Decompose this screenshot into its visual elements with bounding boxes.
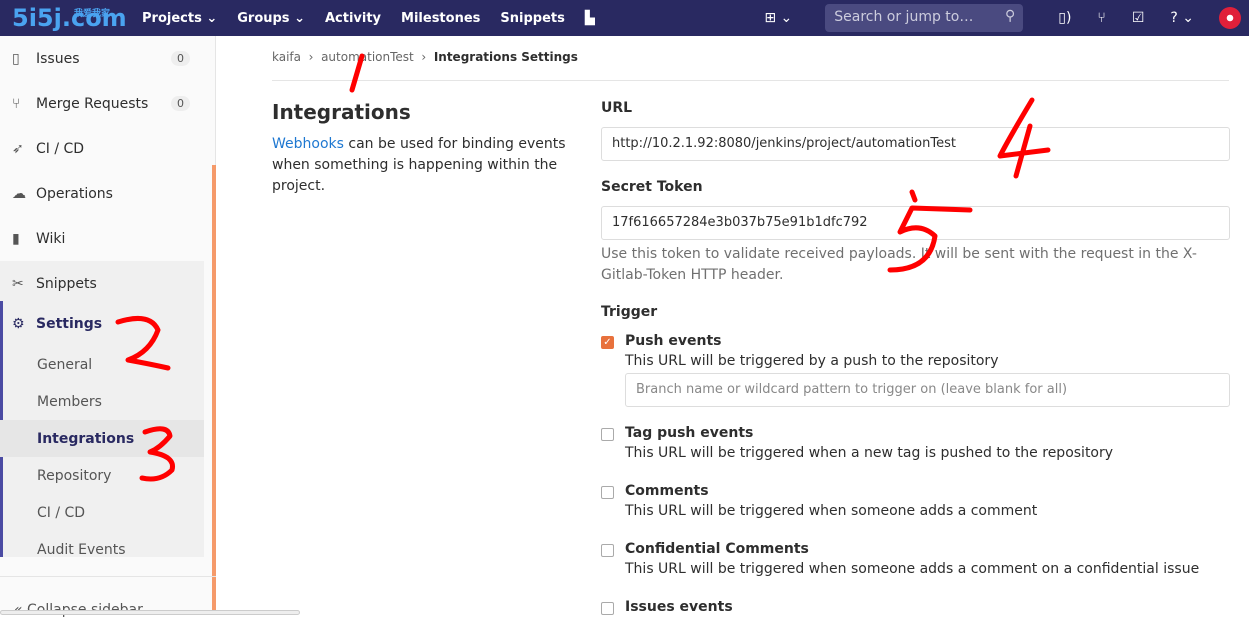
trigger-title: Issues events <box>625 599 733 615</box>
sidebar-item-ci-cd[interactable]: ➶ CI / CD <box>0 126 215 171</box>
sidebar-item-label: Issues <box>36 50 80 67</box>
sidebar-item-snippets[interactable]: ✂ Snippets <box>0 261 204 306</box>
trigger-description: This URL will be triggered when a new ta… <box>625 445 1114 461</box>
sidebar-item-issues[interactable]: ▯ Issues 0 <box>0 36 215 81</box>
sidebar-scrollbar[interactable] <box>212 165 216 611</box>
token-help-text: Use this token to validate received payl… <box>601 246 1197 283</box>
trigger-title: Push events <box>625 333 722 349</box>
sidebar-item-label: Wiki <box>36 230 66 247</box>
nav-activity[interactable]: Activity <box>325 11 381 26</box>
breadcrumb-group[interactable]: kaifa <box>272 50 301 64</box>
sidebar-item-label: Operations <box>36 185 113 202</box>
sidebar-subitem-audit-events[interactable]: Audit Events <box>3 531 204 568</box>
page-title: Integrations <box>272 100 411 124</box>
comments-checkbox[interactable] <box>601 486 614 499</box>
horizontal-scrollbar[interactable] <box>0 610 300 615</box>
push-events-checkbox[interactable]: ✓ <box>601 336 614 349</box>
trigger-description: This URL will be triggered when someone … <box>625 561 1200 577</box>
search-placeholder: Search or jump to… <box>834 9 974 25</box>
section-description: Webhooks can be used for binding events … <box>272 134 582 197</box>
count-badge: 0 <box>171 51 190 66</box>
url-label: URL <box>601 100 633 116</box>
nav-snippets[interactable]: Snippets <box>500 11 564 26</box>
sidebar-item-label: Settings <box>36 315 103 332</box>
scissors-icon: ✂ <box>12 275 24 292</box>
sidebar-subitem-members[interactable]: Members <box>3 383 204 420</box>
breadcrumb-current: Integrations Settings <box>433 50 578 64</box>
trigger-title: Tag push events <box>625 425 754 441</box>
top-navbar: 5i5j.com 我爱我家 Projects ⌄ Groups ⌄ Activit… <box>0 0 1249 36</box>
todo-icon[interactable]: ☑ <box>1132 10 1145 26</box>
search-icon: ⚲ <box>1004 8 1016 24</box>
sidebar-item-label: Snippets <box>36 275 97 292</box>
issues-events-checkbox[interactable] <box>601 602 614 615</box>
trigger-description: This URL will be triggered when someone … <box>625 503 1038 519</box>
nav-milestones[interactable]: Milestones <box>401 11 480 26</box>
sidebar-item-label: CI / CD <box>36 140 85 157</box>
secret-token-input[interactable]: 17f616657284e3b037b75e91b1dfc792 <box>601 206 1230 240</box>
rocket-icon: ➶ <box>12 140 24 157</box>
logo[interactable]: 5i5j.com 我爱我家 <box>12 3 127 33</box>
avatar[interactable] <box>1219 7 1241 29</box>
logo-subtext: 我爱我家 <box>74 9 111 19</box>
trigger-description: This URL will be triggered by a push to … <box>625 353 999 369</box>
plus-icon[interactable]: ⊞ ⌄ <box>764 10 792 26</box>
trigger-title: Confidential Comments <box>625 541 809 557</box>
issues-icon[interactable]: ▯) <box>1058 10 1071 26</box>
count-badge: 0 <box>171 96 190 111</box>
sidebar-item-operations[interactable]: ☁ Operations <box>0 171 215 216</box>
sidebar-item-merge-requests[interactable]: ⑂ Merge Requests 0 <box>0 81 215 126</box>
breadcrumb: kaifa › automationTest › Integrations Se… <box>272 50 578 64</box>
url-input[interactable]: http://10.2.1.92:8080/jenkins/project/au… <box>601 127 1230 161</box>
confidential-comments-checkbox[interactable] <box>601 544 614 557</box>
secret-token-label: Secret Token <box>601 179 703 195</box>
sidebar-subitem-integrations[interactable]: Integrations <box>0 420 204 457</box>
trigger-title: Comments <box>625 483 709 499</box>
search-input[interactable]: Search or jump to… ⚲ <box>825 4 1024 32</box>
issues-icon: ▯ <box>12 50 20 67</box>
merge-request-icon[interactable]: ⑂ <box>1097 10 1105 26</box>
divider <box>272 80 1229 81</box>
cloud-gear-icon: ☁ <box>12 185 26 202</box>
webhooks-link[interactable]: Webhooks <box>272 136 344 152</box>
sidebar-subitem-general[interactable]: General <box>3 346 204 383</box>
trigger-label: Trigger <box>601 304 658 320</box>
chart-icon[interactable]: ▙ <box>585 11 595 26</box>
nav-projects[interactable]: Projects ⌄ <box>142 11 217 26</box>
sidebar-item-label: Merge Requests <box>36 95 149 112</box>
sidebar-subitem-repository[interactable]: Repository <box>3 457 204 494</box>
help-icon[interactable]: ? ⌄ <box>1170 10 1194 26</box>
sidebar-item-settings[interactable]: ⚙ Settings <box>3 301 204 346</box>
gear-icon: ⚙ <box>12 315 25 332</box>
breadcrumb-project[interactable]: automationTest <box>321 50 414 64</box>
book-icon: ▮ <box>12 230 20 247</box>
branch-filter-input[interactable]: Branch name or wildcard pattern to trigg… <box>625 373 1230 407</box>
sidebar-settings-group: ⚙ Settings General Members Integrations R… <box>0 301 204 558</box>
sidebar: ▯ Issues 0 ⑂ Merge Requests 0 ➶ CI / CD ☁ Oper… <box>0 36 216 618</box>
sidebar-subitem-ci-cd[interactable]: CI / CD <box>3 494 204 531</box>
sidebar-item-wiki[interactable]: ▮ Wiki <box>0 216 215 261</box>
merge-request-icon: ⑂ <box>12 95 21 112</box>
nav-groups[interactable]: Groups ⌄ <box>237 11 305 26</box>
tag-push-events-checkbox[interactable] <box>601 428 614 441</box>
